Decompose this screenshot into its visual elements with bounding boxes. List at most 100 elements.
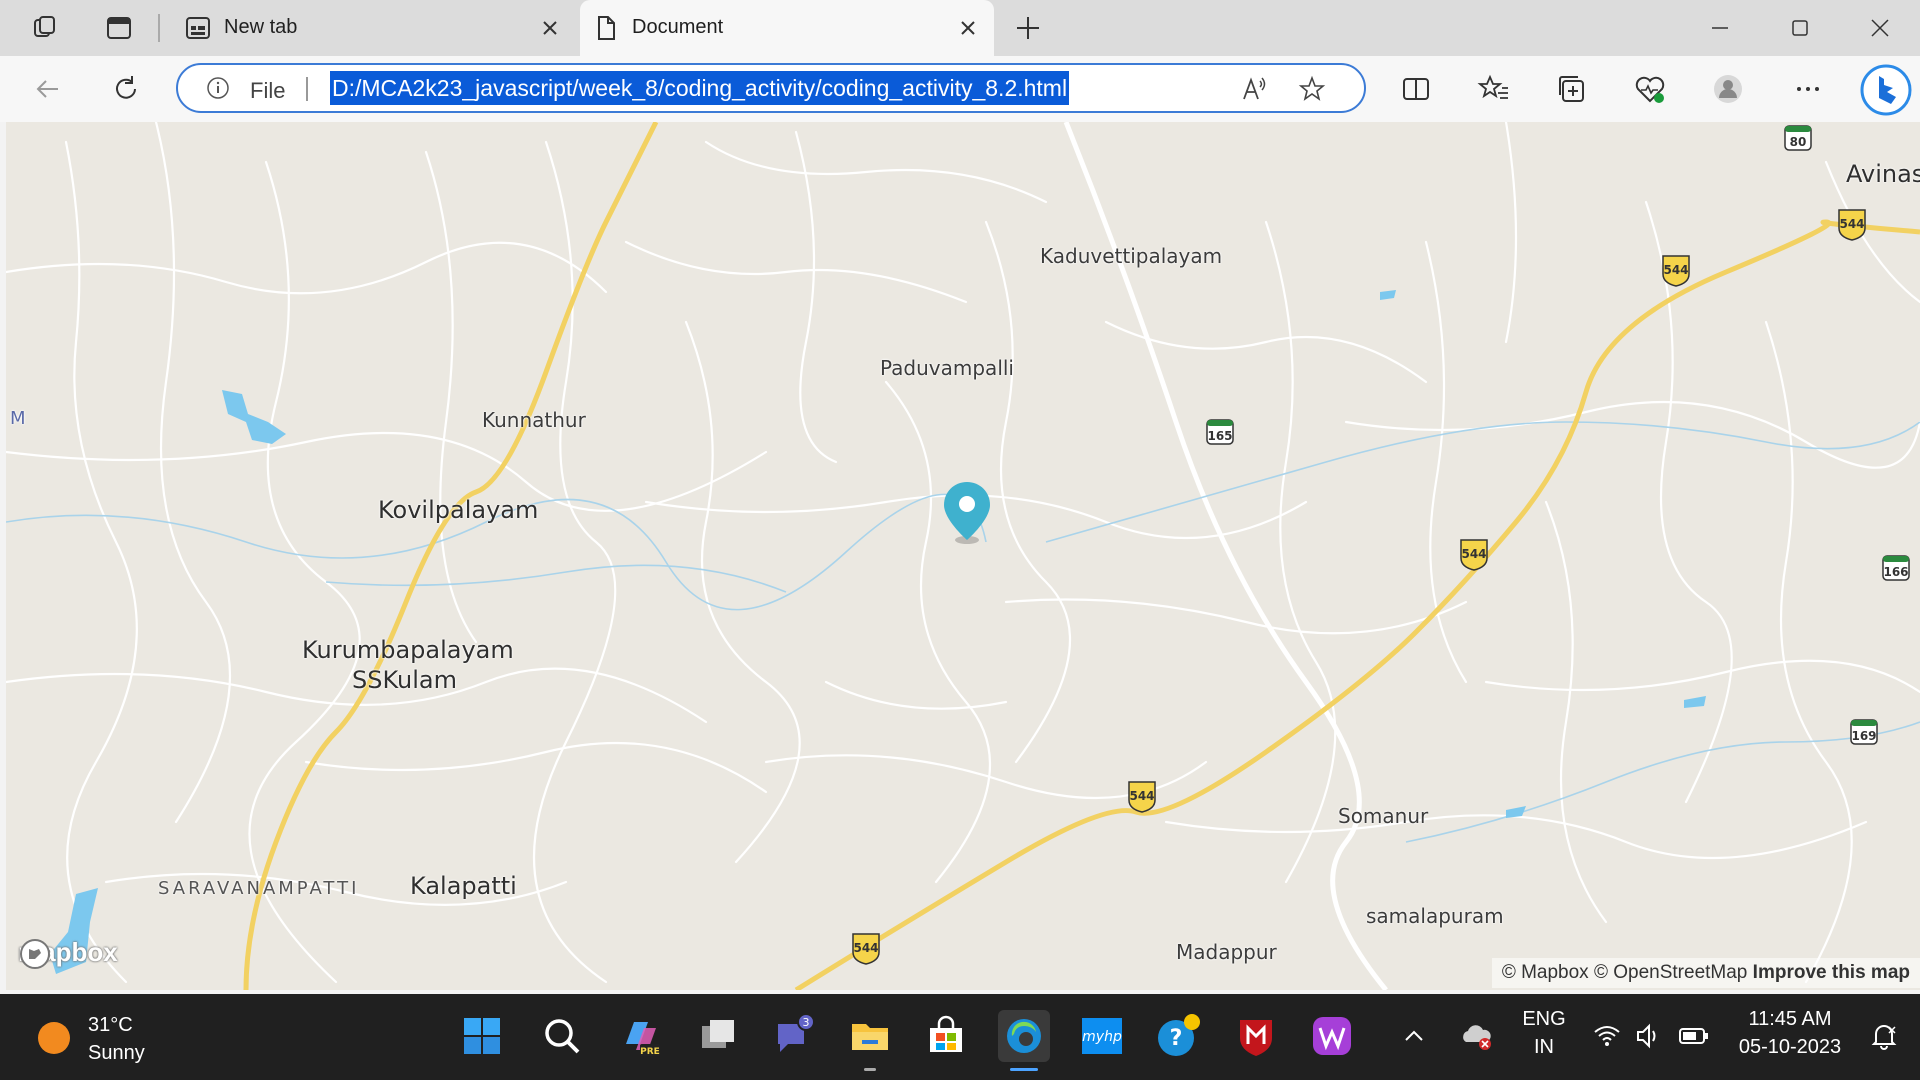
active-app-indicator — [1010, 1068, 1038, 1071]
clock-time[interactable]: 11:45 AM — [1724, 1008, 1856, 1031]
onedrive-error-icon[interactable] — [1454, 1010, 1498, 1062]
microsoft-store-icon[interactable] — [920, 1010, 972, 1062]
region-indicator[interactable]: IN — [1518, 1036, 1570, 1059]
place-label: samalapuram — [1366, 904, 1504, 928]
tab-label: Document — [632, 16, 724, 38]
map-attribution: © Mapbox © OpenStreetMap Improve this ma… — [1491, 958, 1920, 988]
svg-text:PRE: PRE — [640, 1047, 660, 1057]
place-label: SARAVANAMPATTI — [158, 878, 360, 899]
info-icon[interactable] — [206, 76, 230, 100]
map-canvas[interactable]: 544 544 544 544 544 165 166 169 80 Kaduv… — [6, 122, 1920, 990]
tab-divider — [158, 14, 160, 42]
highway-shield: 544 — [850, 930, 882, 966]
place-label: Kurumbapalayam — [302, 636, 514, 664]
notifications-bell-icon[interactable] — [1862, 1010, 1906, 1062]
clock-date[interactable]: 05-10-2023 — [1724, 1036, 1856, 1059]
mapbox-logo[interactable]: mapbox — [18, 937, 118, 969]
bing-copilot-icon[interactable] — [1860, 64, 1912, 116]
close-window-icon[interactable] — [1864, 12, 1896, 44]
place-label: Kalapatti — [410, 872, 517, 900]
shield-label: 169 — [1851, 729, 1876, 743]
address-divider — [306, 77, 308, 101]
address-bar[interactable]: File D:/MCA2k23_javascript/week_8/coding… — [176, 63, 1366, 113]
svg-text:myhp: myhp — [1082, 1029, 1122, 1045]
wps-office-icon[interactable] — [1306, 1010, 1358, 1062]
search-icon[interactable] — [536, 1010, 588, 1062]
svg-text:?: ? — [1170, 1026, 1183, 1051]
highway-shield: 165 — [1204, 414, 1236, 450]
tab-document[interactable]: Document — [580, 0, 994, 56]
refresh-icon[interactable] — [108, 71, 144, 107]
place-label: Somanur — [1338, 804, 1429, 828]
place-label: Kunnathur — [482, 408, 586, 432]
back-icon[interactable] — [30, 71, 66, 107]
language-indicator[interactable]: ENG — [1518, 1008, 1570, 1031]
highway-shield: 544 — [1126, 778, 1158, 814]
new-tab-icon — [184, 14, 212, 42]
close-tab-icon[interactable] — [956, 16, 980, 40]
mcafee-icon[interactable] — [1230, 1010, 1282, 1062]
address-url[interactable]: D:/MCA2k23_javascript/week_8/coding_acti… — [330, 71, 1070, 105]
shield-label: 544 — [1129, 789, 1154, 803]
place-label: Paduvampalli — [880, 356, 1014, 380]
highway-shield: 169 — [1848, 714, 1880, 750]
tab-label: New tab — [224, 16, 298, 38]
favorite-star-icon[interactable] — [1298, 75, 1326, 103]
copilot-preview-icon[interactable]: PRE — [614, 1010, 666, 1062]
shield-label: 165 — [1207, 429, 1232, 443]
new-tab-plus-icon[interactable] — [1012, 12, 1044, 44]
collections-icon[interactable] — [1554, 71, 1590, 107]
edge-browser-icon[interactable] — [998, 1010, 1050, 1062]
start-windows-icon[interactable] — [456, 1010, 508, 1062]
battery-icon[interactable] — [1674, 1010, 1714, 1062]
wifi-icon[interactable] — [1588, 1010, 1626, 1062]
shield-label: 544 — [1461, 547, 1486, 561]
shield-label: 544 — [1663, 263, 1688, 277]
file-explorer-icon[interactable] — [844, 1010, 896, 1062]
workspaces-icon[interactable] — [30, 13, 60, 43]
browser-essentials-icon[interactable] — [1632, 71, 1668, 107]
place-label: SSKulam — [352, 666, 457, 694]
taskbar: 31°C Sunny PRE 3 myhp ? ENG IN 11:45 AM … — [0, 994, 1920, 1080]
improve-map-link[interactable]: Improve this map — [1753, 962, 1910, 983]
task-view-icon[interactable] — [692, 1010, 744, 1062]
map-roads-layer — [6, 122, 1920, 990]
split-screen-icon[interactable] — [1398, 71, 1434, 107]
tab-new-tab[interactable]: New tab — [172, 0, 576, 56]
minimize-icon[interactable] — [1704, 12, 1736, 44]
place-label: Kovilpalayam — [378, 496, 539, 524]
myhp-icon[interactable]: myhp — [1076, 1010, 1128, 1062]
teams-chat-icon[interactable]: 3 — [768, 1010, 820, 1062]
place-label: Madappur — [1176, 940, 1277, 964]
highway-shield: 544 — [1836, 206, 1868, 242]
get-help-icon[interactable]: ? — [1152, 1010, 1204, 1062]
more-options-icon[interactable] — [1790, 71, 1826, 107]
shield-label: 544 — [1839, 217, 1864, 231]
weather-condition[interactable]: Sunny — [88, 1042, 145, 1065]
running-indicator — [864, 1068, 876, 1071]
place-label: Kaduvettipalayam — [1040, 244, 1223, 268]
attribution-osm-link[interactable]: © OpenStreetMap — [1594, 962, 1747, 983]
weather-temperature[interactable]: 31°C — [88, 1014, 133, 1037]
address-scheme-label: File — [250, 78, 286, 103]
place-label: M — [10, 408, 26, 429]
sun-weather-icon[interactable] — [36, 1020, 72, 1056]
map-marker-pin[interactable] — [942, 480, 992, 546]
shield-label: 544 — [853, 941, 878, 955]
close-tab-icon[interactable] — [538, 16, 562, 40]
vertical-tabs-icon[interactable] — [104, 13, 134, 43]
show-hidden-icons-chevron-icon[interactable] — [1396, 1010, 1432, 1062]
favorites-icon[interactable] — [1476, 71, 1512, 107]
highway-shield: 166 — [1880, 550, 1912, 586]
place-label: Avinas — [1846, 160, 1920, 188]
profile-avatar-icon[interactable] — [1710, 71, 1746, 107]
teams-badge-count: 3 — [803, 1016, 810, 1029]
attribution-mapbox-link[interactable]: © Mapbox — [1502, 962, 1589, 983]
shield-label: 80 — [1790, 135, 1807, 149]
read-aloud-icon[interactable] — [1240, 75, 1268, 103]
volume-icon[interactable] — [1630, 1010, 1668, 1062]
highway-shield: 544 — [1458, 536, 1490, 572]
browser-toolbar: File D:/MCA2k23_javascript/week_8/coding… — [0, 56, 1920, 122]
highway-shield: 80 — [1782, 122, 1814, 156]
maximize-icon[interactable] — [1784, 12, 1816, 44]
